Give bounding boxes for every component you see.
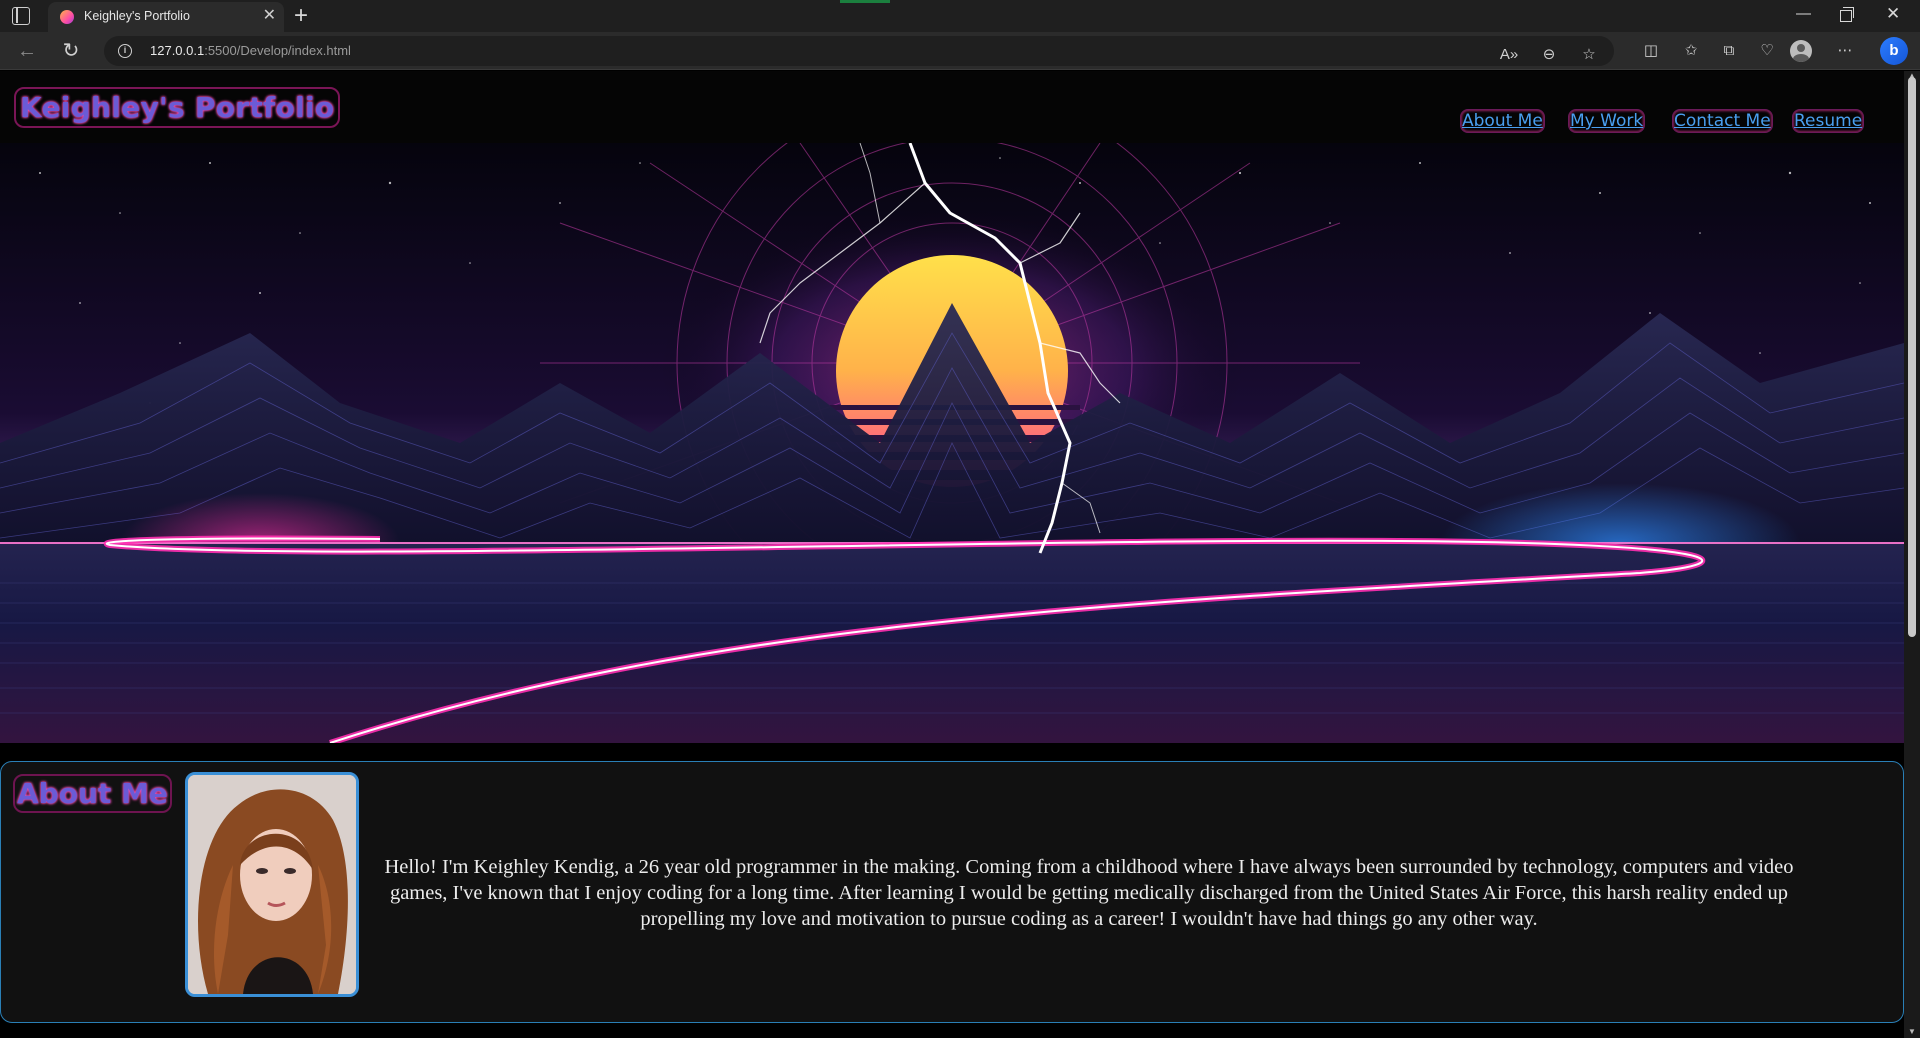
about-section: About Me Hello! I'm Keighley Kendig, a 2… xyxy=(0,761,1904,1023)
tab-title: Keighley's Portfolio xyxy=(84,9,190,23)
nav-link-contact[interactable]: Contact Me xyxy=(1672,109,1773,133)
address-bar[interactable]: i 127.0.0.1:5500/Develop/index.html A» ⊖… xyxy=(104,36,1614,66)
scroll-down-arrow-icon[interactable]: ▼ xyxy=(1908,1027,1916,1036)
collections-icon[interactable]: ⧉ xyxy=(1718,41,1740,61)
profile-photo xyxy=(185,772,359,997)
site-favicon-icon xyxy=(60,10,74,24)
profile-icon[interactable] xyxy=(1790,40,1812,62)
restore-icon[interactable] xyxy=(1840,7,1854,22)
close-tab-icon[interactable]: ✕ xyxy=(263,7,276,25)
nav-link-my-work[interactable]: My Work xyxy=(1568,109,1646,133)
minimize-icon[interactable]: — xyxy=(1796,5,1811,22)
drag-indicator xyxy=(840,0,890,3)
site-info-icon[interactable]: i xyxy=(118,44,132,58)
nav-link-resume[interactable]: Resume xyxy=(1792,109,1865,133)
page-viewport: Keighley's Portfolio About Me My Work Co… xyxy=(0,71,1904,1038)
browser-tab[interactable]: Keighley's Portfolio ✕ xyxy=(48,2,284,32)
browser-toolbar: ← ↻ i 127.0.0.1:5500/Develop/index.html … xyxy=(0,32,1920,70)
reload-icon[interactable]: ↻ xyxy=(58,38,84,64)
hero-banner-image xyxy=(0,143,1904,743)
scrollbar-thumb[interactable] xyxy=(1908,77,1916,637)
zoom-out-icon[interactable]: ⊖ xyxy=(1538,45,1560,65)
more-icon[interactable]: ⋯ xyxy=(1834,41,1856,61)
browser-tab-bar: Keighley's Portfolio ✕ + — ✕ xyxy=(0,0,1920,32)
close-window-icon[interactable]: ✕ xyxy=(1886,4,1900,24)
favorite-star-icon[interactable]: ☆ xyxy=(1578,45,1600,65)
page-scrollbar[interactable]: ▲ ▼ xyxy=(1904,71,1920,1038)
about-paragraph: Hello! I'm Keighley Kendig, a 26 year ol… xyxy=(384,856,1794,930)
back-arrow-icon[interactable]: ← xyxy=(14,38,40,64)
new-tab-button[interactable]: + xyxy=(294,3,308,29)
copilot-icon[interactable]: b xyxy=(1880,37,1908,65)
nav-link-about[interactable]: About Me xyxy=(1460,109,1545,133)
about-heading: About Me xyxy=(13,774,172,813)
split-screen-icon[interactable]: ◫ xyxy=(1640,41,1662,61)
tab-actions-icon[interactable] xyxy=(12,7,30,25)
url-text[interactable]: 127.0.0.1:5500/Develop/index.html xyxy=(150,43,351,58)
site-title: Keighley's Portfolio xyxy=(14,87,341,128)
browser-essentials-icon[interactable]: ♡ xyxy=(1756,41,1778,61)
site-header: Keighley's Portfolio About Me My Work Co… xyxy=(0,71,1904,143)
synthwave-landscape-illustration xyxy=(0,143,1904,743)
read-aloud-icon[interactable]: A» xyxy=(1498,45,1520,65)
portrait-illustration xyxy=(188,775,356,994)
site-nav: About Me My Work Contact Me Resume xyxy=(1460,109,1865,133)
favorites-icon[interactable]: ✩ xyxy=(1680,41,1702,61)
